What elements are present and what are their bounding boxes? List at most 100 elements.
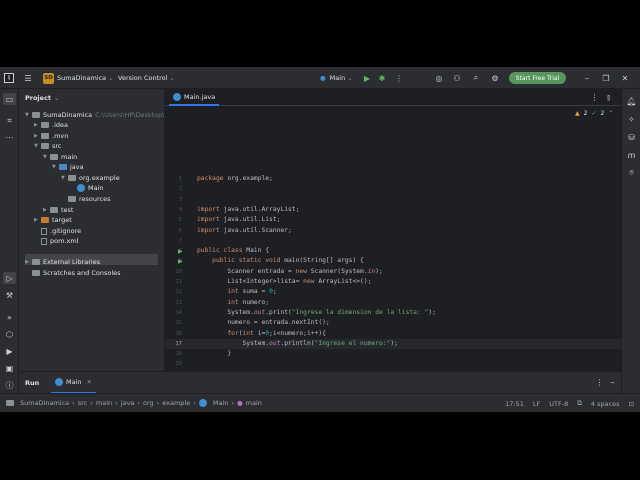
title-bar: IJ ☰ SD SumaDinamica ⌄ Version Control ⌄… [0,67,640,89]
tree-item-mvn[interactable]: ▶ .mvn [34,131,68,141]
tree-item-main[interactable]: ▼ main [43,152,77,162]
run-tab-main[interactable]: Main ✕ [51,372,96,394]
code-line: System.out.println("Ingrese el numero:")… [197,339,398,347]
run-services-icon[interactable]: ▶ [3,345,16,357]
line-gutter[interactable]: 12345678910111213141516171819202122 [165,106,195,398]
code-line: int suma = 0; [227,288,277,296]
code-line: public class Main { [197,247,270,255]
project-panel-title[interactable]: Project ⌄ [19,89,164,106]
chevron-down-icon: ⌄ [54,93,60,102]
tab-options-icon[interactable]: ⋮ [589,92,600,103]
ai-assistant-icon[interactable]: ◎ [433,72,445,84]
ai-tool-icon[interactable]: ✧ [625,113,638,125]
run-gutter-icon[interactable]: ▶ [178,258,183,265]
tree-item-target[interactable]: ▶ target [34,215,72,225]
tab-main-java[interactable]: Main.java [169,89,220,106]
tree-item-label: resources [79,195,111,203]
breadcrumb-item[interactable]: main [96,399,112,407]
class-icon [77,184,85,192]
tree-item-external-libraries[interactable]: ▶ External Libraries [25,257,100,267]
structure-tool-icon[interactable]: ⋯ [3,131,16,143]
breadcrumb-item[interactable]: org [143,399,154,407]
settings-icon[interactable]: ⚙ [489,72,501,84]
code-line: for(int i=0;i<numero;i++){ [227,329,326,337]
close-icon[interactable]: ✕ [87,378,92,386]
breadcrumb-item[interactable]: SumaDinamica [20,399,69,407]
file-encoding[interactable]: UTF-8 [549,400,568,408]
version-control-menu[interactable]: Version Control ⌄ [118,67,175,89]
problems-tool-icon[interactable]: ⓘ [3,379,16,391]
breadcrumb: SumaDinamica › src › main › java › org › exam… [6,399,262,407]
tree-item-package[interactable]: ▼ org.example [61,173,120,183]
line-number: 16 [175,330,182,337]
tree-item-label: target [52,216,72,224]
library-icon [32,259,40,265]
tree-item-test[interactable]: ▶ test [43,205,73,215]
minimize-icon[interactable]: – [581,72,593,84]
indent-setting[interactable]: 4 spaces [591,400,620,408]
project-badge: SD [43,72,54,84]
database-icon[interactable]: ⛁ [625,131,638,143]
terminal-tool-icon[interactable]: ▣ [3,362,16,374]
code-editor[interactable]: ▲ 2 ✓ 2 ⌃ 123456789101112131415161718192… [165,106,621,412]
more-tools-icon[interactable]: » [3,311,16,323]
chevron-right-icon: › [72,399,75,407]
tree-item-main-class[interactable]: Main [77,183,104,193]
main-menu-icon[interactable]: ☰ [22,72,34,84]
services-tool-icon[interactable]: ⬡ [3,328,16,340]
breadcrumb-item[interactable]: Main [213,399,229,407]
tree-item-scratches[interactable]: Scratches and Consoles [25,268,121,278]
split-icon[interactable]: ⫾ [603,92,614,103]
tree-item-label: pom.xml [50,237,79,245]
line-separator[interactable]: LF [533,400,540,408]
inspection-widget[interactable]: ▲ 2 ✓ 2 ⌃ [575,110,613,117]
breadcrumb-item[interactable]: java [121,399,135,407]
lock-icon[interactable]: ⊡ [629,400,634,408]
project-switcher[interactable]: SD SumaDinamica ⌄ [43,67,114,89]
gradle-icon[interactable]: ⌾ [625,167,638,179]
tree-item-gitignore[interactable]: .gitignore [41,226,81,236]
chevron-right-icon: › [231,399,234,407]
module-icon [6,400,14,406]
caret-position[interactable]: 17:51 [505,400,524,408]
restore-icon[interactable]: ❐ [600,72,612,84]
status-bar: SumaDinamica › src › main › java › org › exam… [0,393,640,412]
tree-item-idea[interactable]: ▶ .idea [34,120,68,130]
chevron-right-icon: › [90,399,93,407]
run-icon[interactable]: ▶ [361,72,373,84]
line-number: 4 [178,206,182,213]
tree-item-label: java [70,163,84,171]
breadcrumb-item[interactable]: src [78,399,88,407]
folder-icon [50,207,58,213]
line-number: 18 [175,351,182,358]
breadcrumb-item[interactable]: main [246,399,262,407]
tree-item-pom[interactable]: pom.xml [41,236,79,246]
run-config-selector[interactable]: ● Main ⌄ [320,67,353,89]
project-tool-icon[interactable]: ▭ [3,93,16,105]
commit-tool-icon[interactable]: ⌗ [3,115,16,127]
build-tool-icon[interactable]: ⚒ [3,289,16,301]
search-icon[interactable]: ⌕ [470,72,482,84]
readonly-toggle-icon[interactable]: ⧉ [577,399,582,408]
account-icon[interactable]: ⚇ [451,72,463,84]
start-free-trial-button[interactable]: Start Free Trial [509,72,566,84]
tree-item-resources[interactable]: resources [61,194,111,204]
more-actions-icon[interactable]: ⋮ [393,72,405,84]
run-tool-icon[interactable]: ▷ [3,272,16,284]
tree-item-java[interactable]: ▼ java [52,162,84,172]
tree-item-label: src [52,142,62,150]
breadcrumb-item[interactable]: example [162,399,190,407]
run-gutter-icon[interactable]: ▶ [178,248,183,255]
tree-item-src[interactable]: ▼ src [34,141,62,151]
notifications-icon[interactable]: 🔔︎ [625,95,638,107]
tree-item-label: main [61,153,78,161]
tree-item-label: org.example [79,174,120,182]
more-options-icon[interactable]: ⋮ [594,377,605,388]
line-number: 5 [178,217,182,224]
maven-icon[interactable]: m [625,149,638,161]
tree-item-root[interactable]: ▼ SumaDinamica C:\Users\HP\Desktop\proj [25,110,177,120]
hide-panel-icon[interactable]: – [607,377,618,388]
close-icon[interactable]: ✕ [619,72,631,84]
code-line: import java.util.Scanner; [197,226,292,234]
debug-icon[interactable]: ✱ [376,72,388,84]
